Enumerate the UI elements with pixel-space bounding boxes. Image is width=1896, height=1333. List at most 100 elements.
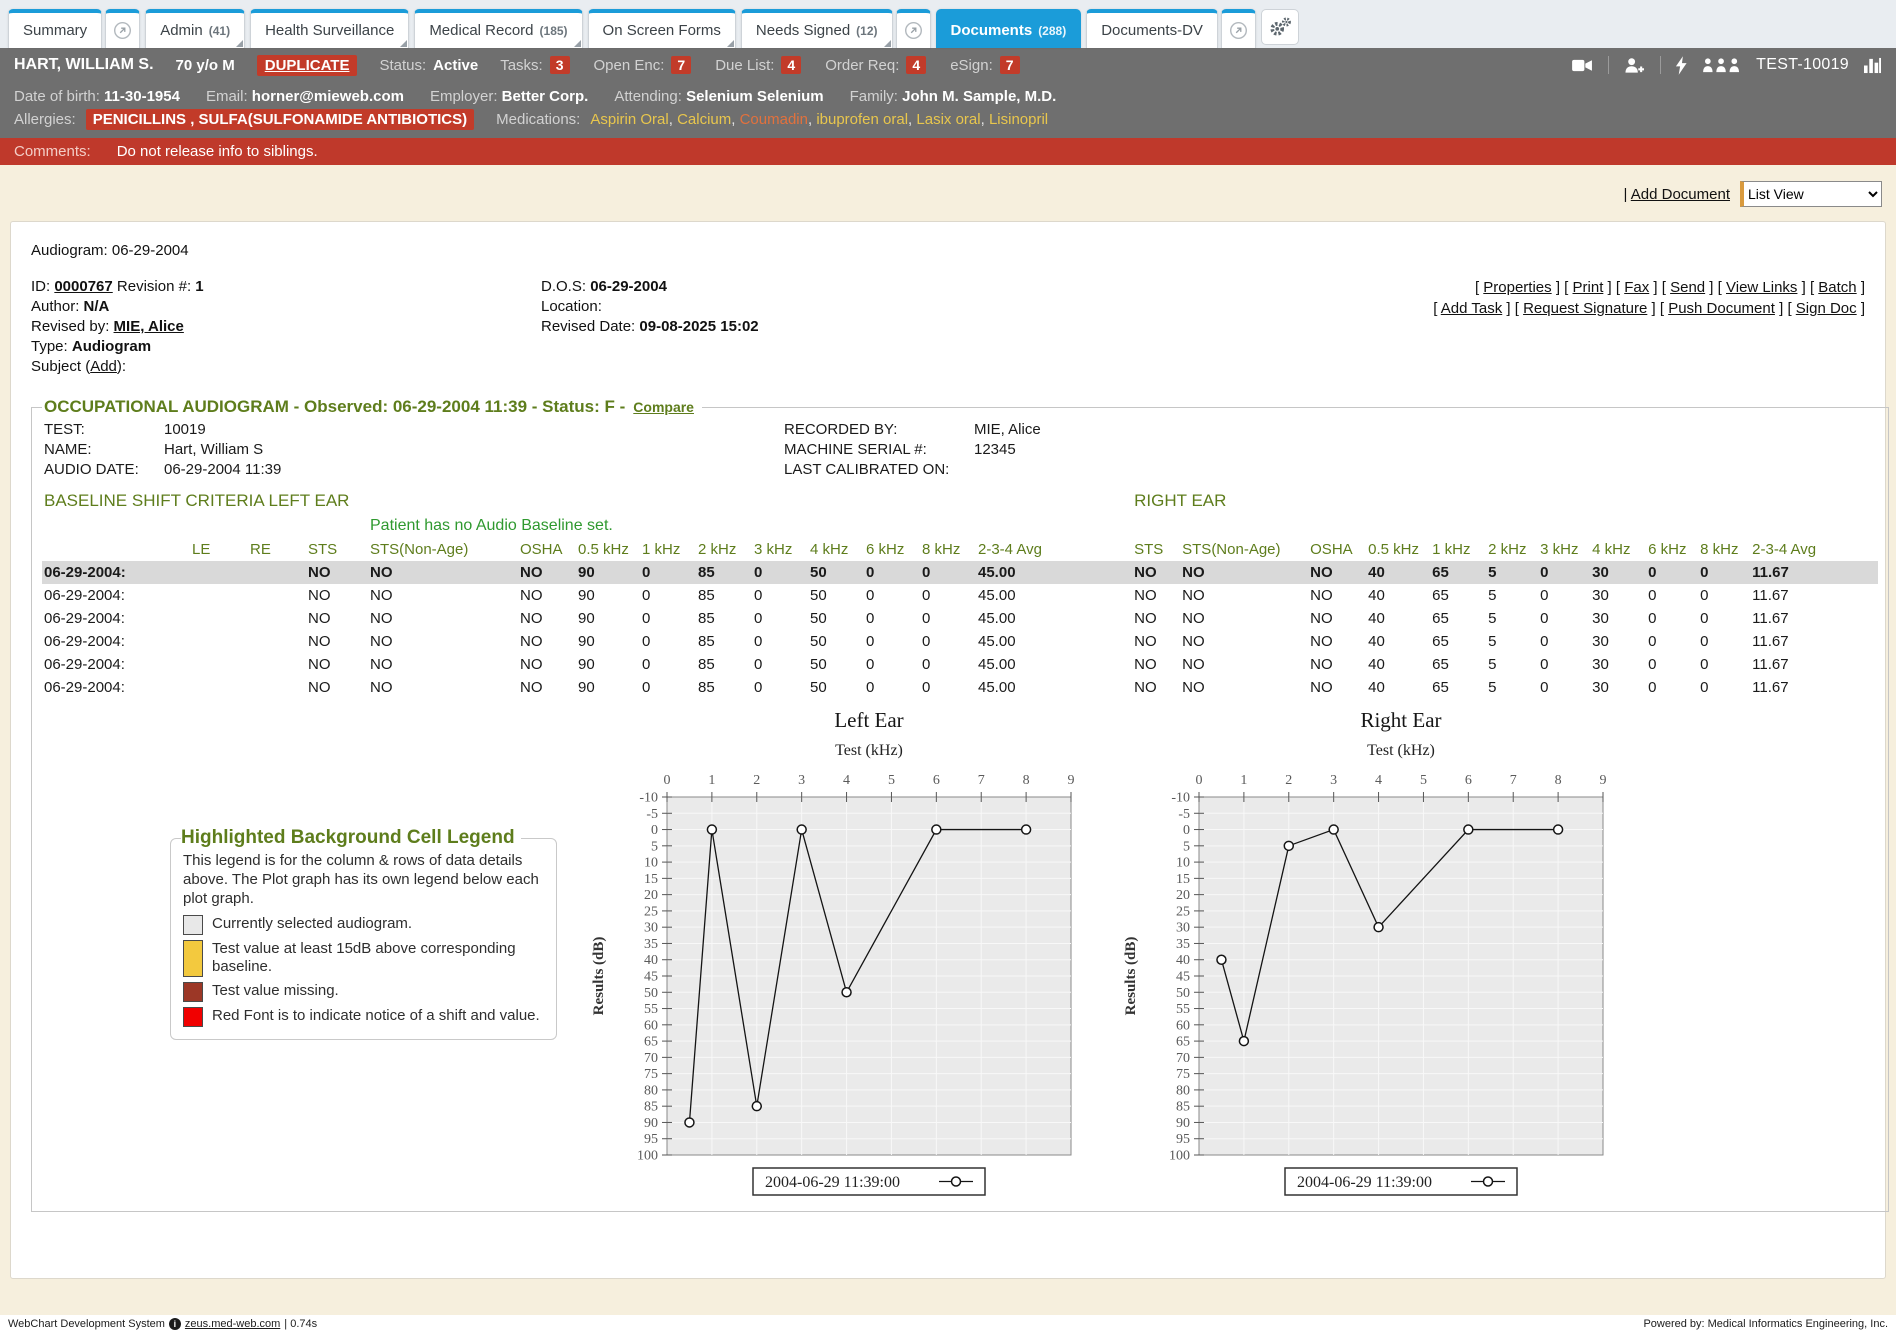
bar-chart-icon[interactable] [1863, 57, 1882, 74]
settings-gear-button[interactable] [1261, 9, 1299, 45]
tab-needs-signed[interactable]: Needs Signed(12) [741, 9, 893, 48]
table-cell: 0 [1538, 561, 1590, 584]
audiogram-row[interactable]: 06-29-2004:NONONO900850500045.00NONONO40… [42, 653, 1878, 676]
batch-link[interactable]: Batch [1818, 279, 1856, 296]
table-cell: 0 [640, 630, 696, 653]
add-document-link[interactable]: Add Document [1631, 186, 1730, 203]
view-links-link[interactable]: View Links [1726, 279, 1797, 296]
document-header: ID: 0000767 Revision #: 1 Author: N/A Re… [31, 277, 1865, 377]
table-cell: 85 [696, 607, 752, 630]
table-cell: 0 [920, 561, 976, 584]
audiogram-row[interactable]: 06-29-2004:NONONO900850500045.00NONONO40… [42, 676, 1878, 699]
detail-label: Attending: [614, 88, 686, 105]
counter-badge[interactable]: 4 [906, 56, 926, 74]
svg-text:60: 60 [1176, 1018, 1190, 1033]
svg-text:25: 25 [644, 904, 658, 919]
info-value [974, 461, 1878, 478]
svg-text:50: 50 [644, 986, 658, 1001]
sign-doc-link[interactable]: Sign Doc [1796, 300, 1857, 317]
table-cell: 65 [1430, 561, 1486, 584]
detail-value: John M. Sample, M.D. [902, 88, 1056, 105]
svg-text:9: 9 [1600, 773, 1607, 788]
counter-badge[interactable]: 7 [1000, 56, 1020, 74]
table-cell: NO [1132, 584, 1180, 607]
info-label: RECORDED BY: [784, 421, 974, 438]
duplicate-badge[interactable]: DUPLICATE [257, 55, 358, 76]
table-cell [248, 561, 306, 584]
info-label: TEST: [44, 421, 164, 438]
table-cell: NO [368, 653, 518, 676]
table-cell: 30 [1590, 561, 1646, 584]
svg-text:40: 40 [644, 953, 658, 968]
subject-add-link[interactable]: Add [90, 358, 117, 375]
row-date: 06-29-2004: [42, 630, 190, 653]
table-cell: 90 [576, 630, 640, 653]
patient-details-row2: Allergies: PENICILLINS , SULFA(SULFONAMI… [14, 109, 1882, 130]
table-cell: NO [1308, 653, 1366, 676]
tab-documents[interactable]: Documents(288) [936, 9, 1082, 48]
tab-external-documents-dv[interactable] [1221, 9, 1256, 48]
detail-label: Employer: [430, 88, 502, 105]
table-cell: 85 [696, 653, 752, 676]
svg-text:60: 60 [644, 1018, 658, 1033]
table-cell: 50 [808, 676, 864, 699]
footer-host-link[interactable]: zeus.med-web.com [185, 1318, 280, 1330]
audiogram-row[interactable]: 06-29-2004:NONONO900850500045.00NONONO40… [42, 584, 1878, 607]
info-icon[interactable] [169, 1318, 181, 1330]
push-document-link[interactable]: Push Document [1668, 300, 1775, 317]
table-cell: NO [1180, 561, 1308, 584]
medication: Aspirin Oral [590, 111, 668, 128]
gap-cell [1072, 488, 1132, 514]
tab-medical-record[interactable]: Medical Record(185) [414, 9, 582, 48]
counter-badge[interactable]: 7 [671, 56, 691, 74]
column-header: 0.5 kHz [576, 538, 640, 561]
table-cell: 5 [1486, 676, 1538, 699]
svg-text:6: 6 [1465, 773, 1472, 788]
video-call-icon[interactable] [1571, 57, 1594, 74]
column-header: 0.5 kHz [1366, 538, 1430, 561]
row-date: 06-29-2004: [42, 561, 190, 584]
send-link[interactable]: Send [1670, 279, 1705, 296]
document-meta-middle: D.O.S: 06-29-2004 Location: Revised Date… [541, 277, 1181, 377]
tab-documents-dv[interactable]: Documents-DV [1086, 9, 1218, 48]
table-cell: 90 [576, 653, 640, 676]
audiogram-row[interactable]: 06-29-2004:NONONO900850500045.00NONONO40… [42, 561, 1878, 584]
quick-action-lightning-icon[interactable] [1675, 56, 1688, 75]
detail-value: horner@mieweb.com [252, 88, 404, 105]
table-cell: 30 [1590, 653, 1646, 676]
document-title: Audiogram: 06-29-2004 [31, 242, 1865, 259]
counter-badge[interactable]: 3 [550, 56, 570, 74]
document-id-link[interactable]: 0000767 [54, 278, 112, 295]
tab-health-surveillance[interactable]: Health Surveillance [250, 9, 409, 48]
tab-external-summary[interactable] [105, 9, 140, 48]
view-select[interactable]: List View [1740, 181, 1882, 207]
svg-text:35: 35 [644, 937, 658, 952]
audiogram-row[interactable]: 06-29-2004:NONONO900850500045.00NONONO40… [42, 630, 1878, 653]
compare-link[interactable]: Compare [633, 399, 694, 415]
request-signature-link[interactable]: Request Signature [1523, 300, 1647, 317]
tab-summary[interactable]: Summary [8, 9, 102, 48]
tab-group-documents: Documents(288) [936, 9, 1082, 48]
add-task-link[interactable]: Add Task [1441, 300, 1502, 317]
table-cell: NO [518, 561, 576, 584]
tab-external-needs-signed[interactable] [896, 9, 931, 48]
fax-link[interactable]: Fax [1624, 279, 1649, 296]
tab-admin[interactable]: Admin(41) [145, 9, 245, 48]
table-cell: NO [518, 630, 576, 653]
table-cell: 30 [1590, 607, 1646, 630]
care-team-icon[interactable] [1702, 57, 1742, 74]
tab-on-screen-forms[interactable]: On Screen Forms [588, 9, 736, 48]
counter-badge[interactable]: 4 [781, 56, 801, 74]
add-person-icon[interactable] [1623, 56, 1646, 75]
table-cell: NO [1308, 676, 1366, 699]
table-cell: NO [306, 676, 368, 699]
table-cell: NO [1308, 630, 1366, 653]
revised-by-link[interactable]: MIE, Alice [114, 318, 184, 335]
tab-label: Medical Record [429, 22, 533, 39]
tab-group-needs-signed: Needs Signed(12) [741, 9, 931, 48]
properties-link[interactable]: Properties [1483, 279, 1551, 296]
audiogram-row[interactable]: 06-29-2004:NONONO900850500045.00NONONO40… [42, 607, 1878, 630]
table-cell: 85 [696, 676, 752, 699]
gap-cell [1072, 514, 1132, 538]
print-link[interactable]: Print [1573, 279, 1604, 296]
